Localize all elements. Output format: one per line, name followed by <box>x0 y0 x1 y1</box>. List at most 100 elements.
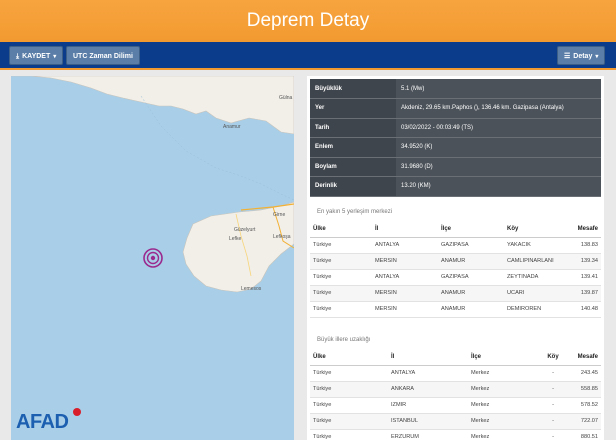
utc-timezone-button[interactable]: UTC Zaman Dilimi <box>66 46 140 65</box>
chevron-down-icon: ▾ <box>53 54 57 60</box>
table-cell: ZEYTINADA <box>504 269 564 286</box>
map-label: Lefkoşa <box>273 234 291 240</box>
table-cell: Türkiye <box>310 237 372 254</box>
column-header: İlçe <box>438 221 504 238</box>
table-cell: Türkiye <box>310 301 372 318</box>
column-header: Köy <box>540 349 566 366</box>
table-cell: Türkiye <box>310 413 388 430</box>
info-value: 34.9520 (K) <box>396 137 601 158</box>
table-cell: ANAMUR <box>438 253 504 270</box>
column-header: İl <box>388 349 468 366</box>
table-cell: Türkiye <box>310 285 372 302</box>
table-cell: 578.52 <box>566 397 601 414</box>
table-cell: MERSIN <box>372 285 438 302</box>
table-cell: UCARI <box>504 285 564 302</box>
table-cell: ERZURUM <box>388 429 468 440</box>
map-graphic <box>11 76 294 293</box>
turkey-coast <box>11 76 294 135</box>
table-cell: 558.85 <box>566 381 601 398</box>
info-key: Tarih <box>310 118 396 138</box>
info-key: Derinlik <box>310 176 396 197</box>
table-cell: Merkez <box>468 381 540 398</box>
app-header: Deprem Detay <box>0 0 616 42</box>
table-cell: ANAMUR <box>438 301 504 318</box>
map-label: Lemesos <box>241 286 262 292</box>
major-cities-table: Ülke İl İlçe Köy Mesafe Türkiye ANTALYA Me… <box>310 349 601 440</box>
table-cell: 139.87 <box>564 285 601 302</box>
info-value: 13.20 (KM) <box>396 176 601 197</box>
table-cell: YAKACIK <box>504 237 564 254</box>
table-cell: Merkez <box>468 365 540 382</box>
table-cell: ANTALYA <box>372 237 438 254</box>
table-cell: ANAMUR <box>438 285 504 302</box>
column-header: İl <box>372 221 438 238</box>
map-label: Güzelyurt <box>234 227 256 233</box>
table-cell: 139.34 <box>564 253 601 270</box>
save-button-label: KAYDET <box>22 53 51 60</box>
table-cell: DEMIROREN <box>504 301 564 318</box>
table-row: Türkiye ERZURUM Merkez -880.51 <box>310 429 601 440</box>
table-cell: 140.48 <box>564 301 601 318</box>
table-cell: Merkez <box>468 397 540 414</box>
info-row: Enlem 34.9520 (K) <box>310 137 601 158</box>
table-cell: 138.83 <box>564 237 601 254</box>
table-cell: - <box>540 429 566 440</box>
info-value: 5.1 (Mw) <box>396 79 601 99</box>
table-cell: ISTANBUL <box>388 413 468 430</box>
table-cell: 722.07 <box>566 413 601 430</box>
column-header: Mesafe <box>564 221 601 238</box>
quake-info-table: Büyüklük 5.1 (Mw) Yer Akdeniz, 29.65 km.Pa… <box>310 79 601 197</box>
info-value: 03/02/2022 - 00:03:49 (TS) <box>396 118 601 138</box>
page-title: Deprem Detay <box>246 10 370 31</box>
map-label: Gülna <box>279 95 293 101</box>
info-value: 31.9680 (D) <box>396 157 601 177</box>
table-cell: Merkez <box>468 413 540 430</box>
info-row: Boylam 31.9680 (D) <box>310 157 601 177</box>
toolbar: ⤓ KAYDET ▾ UTC Zaman Dilimi ☰ Detay ▾ <box>0 42 616 70</box>
table-row: Türkiye ANTALYA GAZIPASA ZEYTINADA 139.41 <box>310 269 601 286</box>
epicenter-map[interactable]: Gülna Anamur Girne Lefke Güzelyurt Lefko… <box>11 76 294 440</box>
table-cell: Türkiye <box>310 381 388 398</box>
table-row: Türkiye ANTALYA Merkez -243.45 <box>310 365 601 382</box>
major-cities-title: Büyük illere uzaklığı <box>317 337 371 343</box>
table-row: Türkiye MERSIN ANAMUR DEMIROREN 140.48 <box>310 301 601 318</box>
table-row: Türkiye ISTANBUL Merkez -722.07 <box>310 413 601 430</box>
column-header: Mesafe <box>566 349 601 366</box>
table-cell: Türkiye <box>310 365 388 382</box>
info-key: Boylam <box>310 157 396 177</box>
table-cell: ANTALYA <box>372 269 438 286</box>
table-cell: Merkez <box>468 429 540 440</box>
table-cell: MERSIN <box>372 301 438 318</box>
column-header: Ülke <box>310 221 372 238</box>
save-button[interactable]: ⤓ KAYDET ▾ <box>9 46 64 65</box>
table-cell: - <box>540 365 566 382</box>
table-header-row: Ülke İl İlçe Köy Mesafe <box>310 349 601 366</box>
table-cell: ANTALYA <box>388 365 468 382</box>
info-key: Büyüklük <box>310 79 396 99</box>
afad-logo: AFAD <box>16 411 69 433</box>
table-row: Türkiye ANKARA Merkez -558.85 <box>310 381 601 398</box>
table-header-row: Ülke İl İlçe Köy Mesafe <box>310 221 601 238</box>
table-row: Türkiye MERSIN ANAMUR UCARI 139.87 <box>310 285 601 302</box>
details-panel: Büyüklük 5.1 (Mw) Yer Akdeniz, 29.65 km.Pa… <box>307 76 604 440</box>
chevron-down-icon: ▾ <box>595 54 599 60</box>
table-cell: CAMLIPINARLANI <box>504 253 564 270</box>
info-key: Enlem <box>310 137 396 158</box>
info-row: Yer Akdeniz, 29.65 km.Paphos (), 136.46 k… <box>310 98 601 119</box>
table-cell: Türkiye <box>310 253 372 270</box>
table-cell: 880.51 <box>566 429 601 440</box>
info-value: Akdeniz, 29.65 km.Paphos (), 136.46 km. … <box>396 98 601 119</box>
download-icon: ⤓ <box>16 53 20 60</box>
table-cell: GAZIPASA <box>438 269 504 286</box>
table-cell: Türkiye <box>310 397 388 414</box>
info-row: Tarih 03/02/2022 - 00:03:49 (TS) <box>310 118 601 138</box>
detail-menu-button[interactable]: ☰ Detay ▾ <box>557 46 606 65</box>
table-row: Türkiye IZMIR Merkez -578.52 <box>310 397 601 414</box>
table-cell: Türkiye <box>310 429 388 440</box>
table-cell: GAZIPASA <box>438 237 504 254</box>
map-label: Lefke <box>229 236 242 242</box>
nearest-settlements-table: Ülke İl İlçe Köy Mesafe Türkiye ANTALYA GA… <box>310 221 601 318</box>
table-cell: 243.45 <box>566 365 601 382</box>
column-header: İlçe <box>468 349 540 366</box>
table-cell: - <box>540 381 566 398</box>
